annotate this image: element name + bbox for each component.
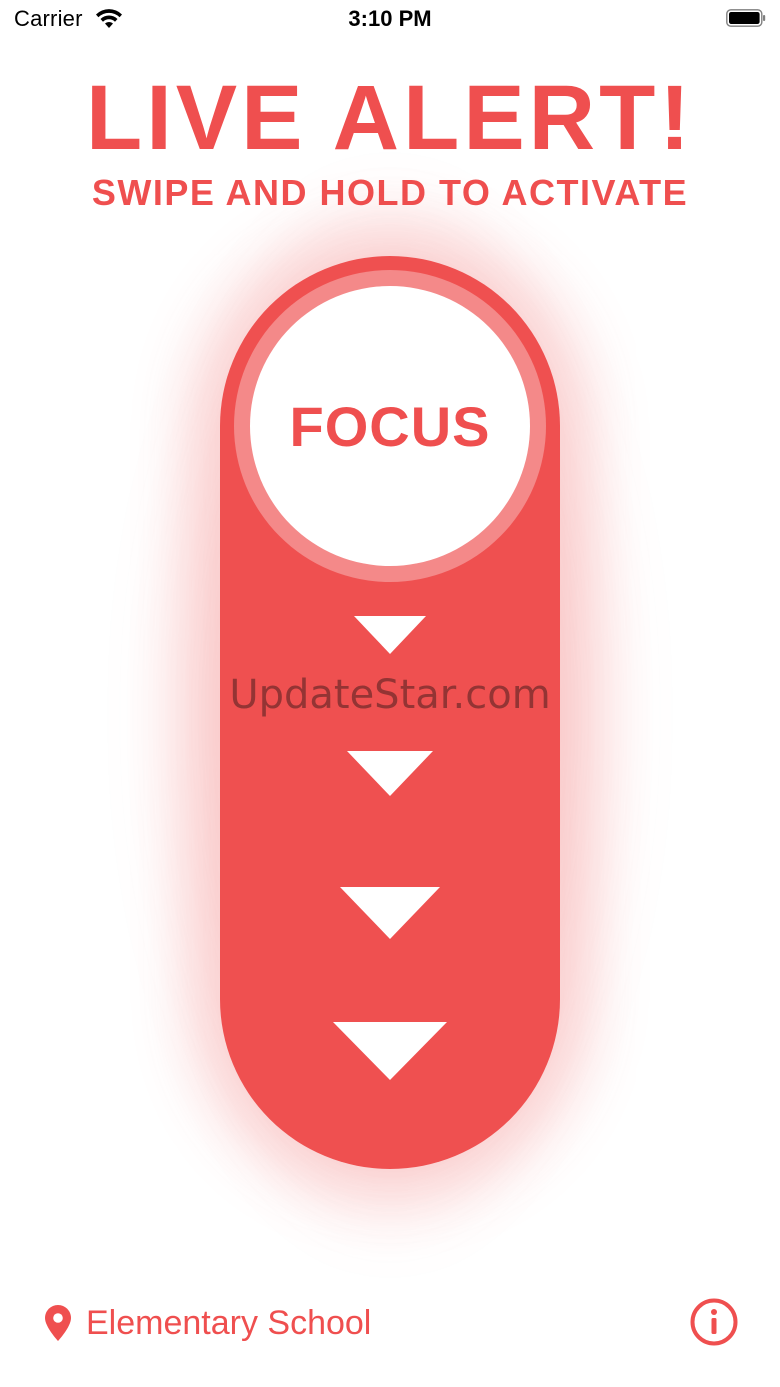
triangle-down-icon: [333, 1022, 447, 1080]
info-icon[interactable]: [690, 1298, 738, 1346]
location-name: Elementary School: [86, 1303, 372, 1342]
slider-knob-label: FOCUS: [289, 394, 491, 458]
map-pin-icon: [45, 1305, 71, 1341]
location-indicator[interactable]: Elementary School: [44, 1300, 371, 1346]
focus-slider-knob[interactable]: FOCUS: [250, 286, 530, 566]
status-time: 3:10 PM: [348, 6, 432, 31]
battery-icon: [726, 9, 766, 27]
triangle-down-icon: [347, 751, 433, 796]
triangle-down-icon: [340, 887, 440, 939]
triangle-down-icon: [354, 616, 426, 654]
page-title: LIVE ALERT!: [86, 67, 694, 169]
status-bar: Carrier 3:10 PM: [0, 0, 780, 44]
watermark-text: UpdateStar.com: [229, 672, 551, 718]
